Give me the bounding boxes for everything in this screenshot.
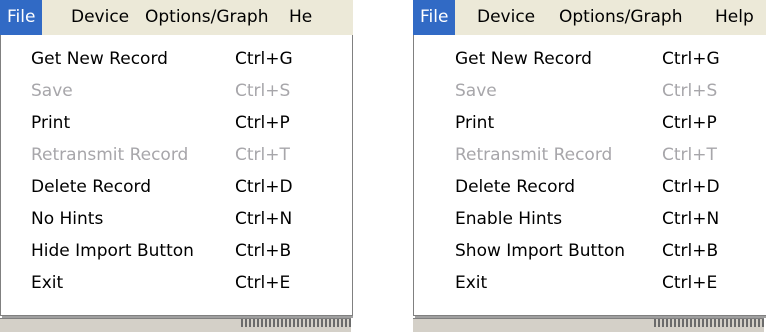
menu-item-label: Exit [31, 273, 64, 293]
menu-item-shortcut: Ctrl+B [235, 241, 292, 261]
menu-item-label: Delete Record [455, 177, 575, 197]
menu-item-label: Save [455, 81, 497, 101]
menu-item-import-button[interactable]: Hide Import Button Ctrl+B [1, 235, 352, 267]
menu-item-hints[interactable]: Enable Hints Ctrl+N [414, 203, 766, 235]
menu-options-graph[interactable]: Options/Graph [138, 0, 275, 35]
menu-bar: File Device Options/Graph Help [413, 0, 766, 36]
menu-item-shortcut: Ctrl+D [662, 177, 720, 197]
window-bottom-edge [0, 318, 351, 332]
menu-device[interactable]: Device [64, 0, 136, 35]
menu-item-shortcut: Ctrl+G [662, 49, 720, 69]
menu-item-label: Delete Record [31, 177, 151, 197]
file-menu-screenshot-left: File Device Options/Graph He Get New Rec… [0, 0, 353, 332]
menu-help[interactable]: Help [708, 0, 761, 35]
menu-item-label: Save [31, 81, 73, 101]
menu-item-label: Get New Record [455, 49, 592, 69]
menu-file[interactable]: File [0, 0, 43, 35]
menu-item-label: No Hints [31, 209, 104, 229]
menu-item-retransmit-record[interactable]: Retransmit Record Ctrl+T [414, 139, 766, 171]
file-menu-screenshot-right: File Device Options/Graph Help Get New R… [413, 0, 766, 332]
menu-item-label: Retransmit Record [31, 145, 189, 165]
menu-item-shortcut: Ctrl+T [235, 145, 290, 165]
menu-item-shortcut: Ctrl+N [235, 209, 293, 229]
menu-item-shortcut: Ctrl+G [235, 49, 293, 69]
menu-item-label: Print [455, 113, 495, 133]
menu-item-label: Enable Hints [455, 209, 563, 229]
menu-item-label: Hide Import Button [31, 241, 194, 261]
menu-item-shortcut: Ctrl+T [662, 145, 717, 165]
file-dropdown-menu: Get New Record Ctrl+G Save Ctrl+S Print … [413, 35, 766, 316]
menu-item-delete-record[interactable]: Delete Record Ctrl+D [414, 171, 766, 203]
menu-item-shortcut: Ctrl+D [235, 177, 293, 197]
menu-item-exit[interactable]: Exit Ctrl+E [414, 267, 766, 299]
partially-hidden-control [241, 319, 351, 327]
menu-device[interactable]: Device [470, 0, 542, 35]
menu-item-label: Retransmit Record [455, 145, 613, 165]
menu-item-shortcut: Ctrl+P [662, 113, 717, 133]
menu-item-label: Get New Record [31, 49, 168, 69]
menu-options-graph[interactable]: Options/Graph [552, 0, 689, 35]
menu-item-shortcut: Ctrl+P [235, 113, 290, 133]
menu-item-shortcut: Ctrl+N [662, 209, 720, 229]
menu-item-shortcut: Ctrl+E [662, 273, 718, 293]
menu-item-delete-record[interactable]: Delete Record Ctrl+D [1, 171, 352, 203]
menu-item-label: Print [31, 113, 71, 133]
menu-item-get-new-record[interactable]: Get New Record Ctrl+G [414, 43, 766, 75]
menu-help[interactable]: He [282, 0, 319, 35]
menu-item-label: Show Import Button [455, 241, 626, 261]
menu-item-save[interactable]: Save Ctrl+S [1, 75, 352, 107]
window-bottom-edge [413, 318, 764, 332]
menu-item-exit[interactable]: Exit Ctrl+E [1, 267, 352, 299]
partially-hidden-control [654, 319, 764, 327]
menu-item-shortcut: Ctrl+S [662, 81, 718, 101]
menu-item-shortcut: Ctrl+S [235, 81, 291, 101]
menu-bar: File Device Options/Graph He [0, 0, 353, 36]
menu-item-print[interactable]: Print Ctrl+P [414, 107, 766, 139]
menu-item-print[interactable]: Print Ctrl+P [1, 107, 352, 139]
menu-item-shortcut: Ctrl+E [235, 273, 291, 293]
menu-item-label: Exit [455, 273, 488, 293]
file-dropdown-menu: Get New Record Ctrl+G Save Ctrl+S Print … [0, 35, 353, 316]
menu-item-retransmit-record[interactable]: Retransmit Record Ctrl+T [1, 139, 352, 171]
menu-item-hints[interactable]: No Hints Ctrl+N [1, 203, 352, 235]
menu-item-save[interactable]: Save Ctrl+S [414, 75, 766, 107]
menu-item-shortcut: Ctrl+B [662, 241, 719, 261]
menu-item-get-new-record[interactable]: Get New Record Ctrl+G [1, 43, 352, 75]
menu-file[interactable]: File [413, 0, 456, 35]
menu-item-import-button[interactable]: Show Import Button Ctrl+B [414, 235, 766, 267]
